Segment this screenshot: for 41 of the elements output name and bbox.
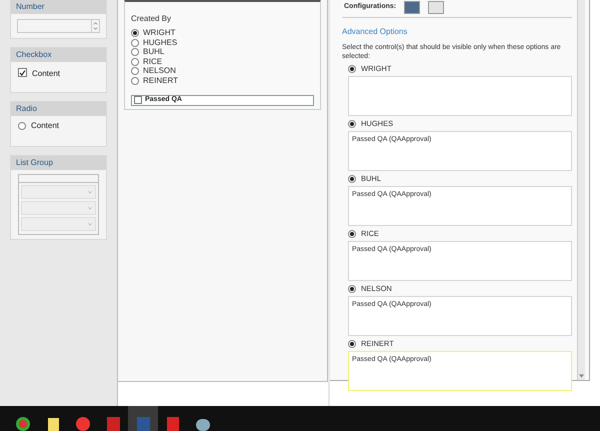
checkbox[interactable] — [18, 68, 27, 77]
number-field[interactable] — [17, 19, 100, 33]
panel-header: Radio — [11, 102, 106, 116]
caret-icon — [88, 190, 92, 194]
dropdown-field[interactable] — [21, 201, 96, 215]
radio-button[interactable] — [348, 284, 356, 292]
radio-label: HUGHES — [143, 38, 178, 46]
radio-button[interactable] — [131, 76, 139, 84]
radio-button[interactable] — [348, 340, 356, 348]
radio-label: NELSON — [143, 67, 176, 75]
radio-button[interactable] — [348, 64, 356, 72]
radio-button[interactable] — [348, 230, 356, 238]
field-label: Created By — [131, 13, 172, 25]
scrollbar[interactable] — [577, 0, 585, 380]
radio-button[interactable] — [131, 67, 139, 75]
radio-label: WRIGHT — [143, 29, 176, 37]
checkbox-label: Content — [32, 68, 60, 80]
radio-label: BUHL — [143, 48, 164, 56]
panel-header: Number — [11, 0, 106, 14]
radio-button[interactable] — [348, 174, 356, 182]
spinner-icon[interactable] — [91, 20, 99, 32]
panel-header: List Group — [11, 156, 106, 170]
dropdown-field[interactable] — [21, 217, 96, 231]
radio-button[interactable] — [18, 122, 26, 130]
caret-icon — [88, 222, 92, 226]
dropdown-field[interactable] — [21, 185, 96, 199]
section-title: Advanced Options — [342, 26, 408, 38]
radio-button[interactable] — [131, 48, 139, 56]
radio-button[interactable] — [131, 58, 139, 66]
radio-button[interactable] — [131, 38, 139, 46]
caret-icon — [88, 206, 92, 210]
radio-button[interactable] — [131, 29, 139, 37]
radio-button[interactable] — [348, 120, 356, 128]
layout-icon[interactable] — [404, 0, 420, 14]
scroll-down-icon[interactable] — [579, 374, 584, 378]
radio-label: REINERT — [143, 76, 178, 84]
layout-icon[interactable] — [428, 0, 444, 14]
radio-label: RICE — [143, 58, 162, 66]
checkbox[interactable] — [134, 96, 142, 104]
panel-header: Checkbox — [11, 48, 106, 62]
radio-label: Content — [31, 122, 60, 130]
